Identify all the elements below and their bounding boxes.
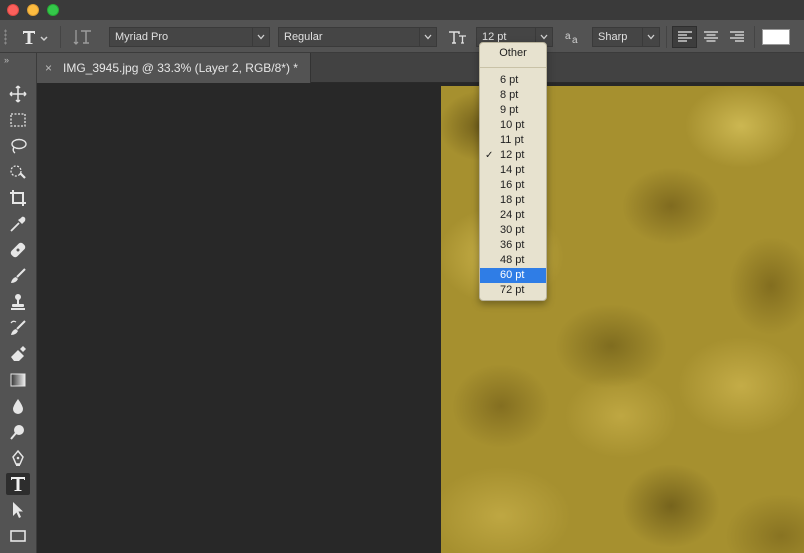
chevron-down-icon xyxy=(252,28,269,46)
marquee-tool-icon[interactable] xyxy=(6,109,30,131)
menu-item-font-size[interactable]: 9 pt xyxy=(480,103,546,118)
antialias-icon: a a xyxy=(563,26,583,48)
type-tool-icon[interactable] xyxy=(6,473,30,495)
menu-item-font-size[interactable]: 6 pt xyxy=(480,73,546,88)
font-style-select[interactable]: Regular xyxy=(278,27,437,47)
healing-brush-tool-icon[interactable] xyxy=(6,239,30,261)
align-center-icon xyxy=(703,31,718,42)
menu-item-font-size[interactable]: 16 pt xyxy=(480,178,546,193)
path-selection-tool-icon[interactable] xyxy=(6,499,30,521)
align-left-icon xyxy=(677,31,692,42)
text-color-swatch[interactable] xyxy=(762,29,790,45)
options-bar-grip[interactable] xyxy=(4,29,7,45)
font-family-value: Myriad Pro xyxy=(115,31,169,43)
font-size-dropdown-menu: Other 6 pt 8 pt 9 pt 10 pt 11 pt 12 pt ✓ 14 pt 1… xyxy=(479,42,547,301)
options-separator xyxy=(666,26,667,48)
rectangle-tool-icon[interactable] xyxy=(6,525,30,547)
align-right-button[interactable] xyxy=(724,26,749,48)
chevron-down-icon xyxy=(419,28,436,46)
type-preset-icon xyxy=(23,31,48,44)
collapse-panel-icon[interactable]: » xyxy=(4,55,9,65)
menu-item-font-size[interactable]: 18 pt xyxy=(480,193,546,208)
document-tab-bar: × IMG_3945.jpg @ 33.3% (Layer 2, RGB/8*)… xyxy=(37,53,804,83)
svg-text:a: a xyxy=(572,35,578,45)
menu-item-font-size[interactable]: 11 pt xyxy=(480,133,546,148)
font-family-select[interactable]: Myriad Pro xyxy=(109,27,270,47)
move-tool-icon[interactable] xyxy=(6,83,30,105)
options-separator xyxy=(754,26,755,48)
menu-item-font-size[interactable]: 14 pt xyxy=(480,163,546,178)
menu-item-font-size[interactable]: 10 pt xyxy=(480,118,546,133)
tool-options-bar: Myriad Pro Regular 12 pt a a Sharp xyxy=(0,20,804,53)
eraser-tool-icon[interactable] xyxy=(6,343,30,365)
checkmark-icon: ✓ xyxy=(485,150,494,161)
tool-preset-picker[interactable] xyxy=(18,26,52,48)
align-right-icon xyxy=(729,31,744,42)
clone-stamp-tool-icon[interactable] xyxy=(6,291,30,313)
align-left-button[interactable] xyxy=(672,26,697,48)
document-workspace[interactable] xyxy=(37,83,804,553)
menu-item-font-size[interactable]: 36 pt xyxy=(480,238,546,253)
tools-panel: » xyxy=(0,53,37,553)
antialias-value: Sharp xyxy=(598,31,628,43)
crop-tool-icon[interactable] xyxy=(6,187,30,209)
quick-selection-tool-icon[interactable] xyxy=(6,161,30,183)
align-center-button[interactable] xyxy=(698,26,723,48)
menu-item-font-size[interactable]: 48 pt xyxy=(480,253,546,268)
window-title-bar xyxy=(0,0,804,20)
font-style-value: Regular xyxy=(284,31,323,43)
toggle-text-orientation-button[interactable] xyxy=(70,26,96,48)
options-separator xyxy=(60,26,61,48)
gradient-tool-icon[interactable] xyxy=(6,369,30,391)
pen-tool-icon[interactable] xyxy=(6,447,30,469)
menu-item-font-size[interactable]: 8 pt xyxy=(480,88,546,103)
antialias-select[interactable]: Sharp xyxy=(592,27,660,47)
font-size-icon xyxy=(447,26,469,48)
lasso-tool-icon[interactable] xyxy=(6,135,30,157)
eyedropper-tool-icon[interactable] xyxy=(6,213,30,235)
menu-item-font-size[interactable]: 60 pt xyxy=(480,268,546,283)
menu-item-font-size[interactable]: 12 pt ✓ xyxy=(480,148,546,163)
menu-divider xyxy=(480,67,546,68)
window-minimize-button[interactable] xyxy=(27,4,39,16)
document-tab[interactable]: × IMG_3945.jpg @ 33.3% (Layer 2, RGB/8*)… xyxy=(37,53,311,83)
brush-tool-icon[interactable] xyxy=(6,265,30,287)
document-tab-title: IMG_3945.jpg @ 33.3% (Layer 2, RGB/8*) * xyxy=(63,61,298,75)
chevron-down-icon xyxy=(642,28,659,46)
blur-tool-icon[interactable] xyxy=(6,395,30,417)
menu-item-font-size[interactable]: 30 pt xyxy=(480,223,546,238)
text-orientation-icon xyxy=(73,30,91,45)
window-close-button[interactable] xyxy=(7,4,19,16)
menu-item-font-size[interactable]: 24 pt xyxy=(480,208,546,223)
window-maximize-button[interactable] xyxy=(47,4,59,16)
menu-item-other[interactable]: Other xyxy=(480,46,546,61)
close-tab-icon[interactable]: × xyxy=(45,61,52,75)
menu-item-font-size[interactable]: 72 pt xyxy=(480,283,546,298)
dodge-tool-icon[interactable] xyxy=(6,421,30,443)
svg-text:a: a xyxy=(565,31,571,42)
history-brush-tool-icon[interactable] xyxy=(6,317,30,339)
